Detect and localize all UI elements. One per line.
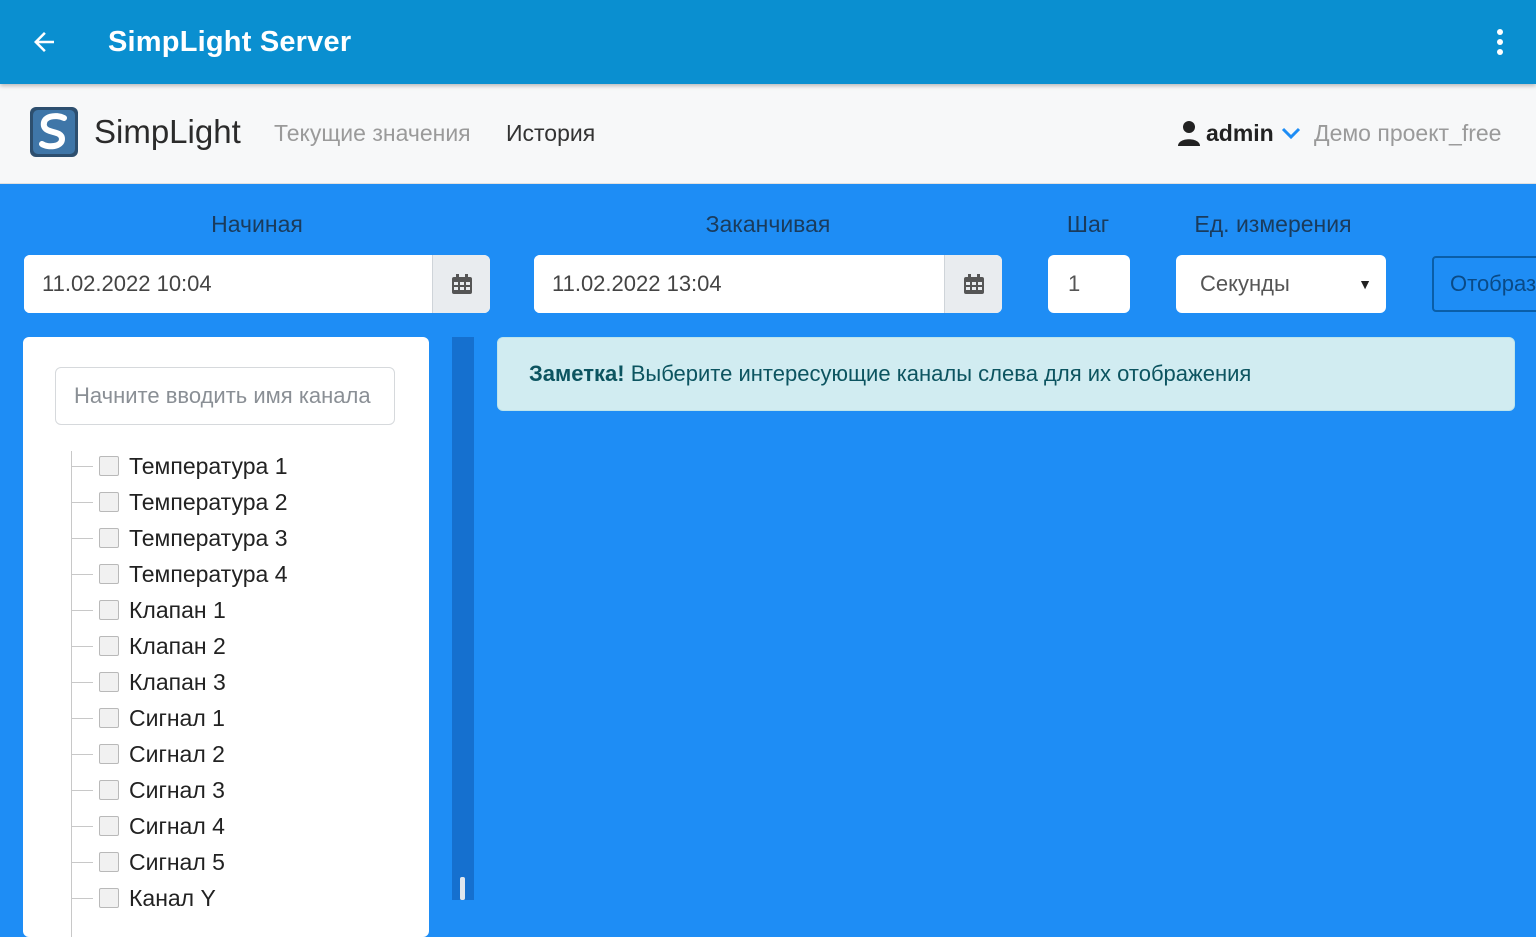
tree-item-checkbox[interactable]: [99, 564, 119, 584]
tree-branch-line: [71, 609, 93, 611]
tree-item-label: Температура 3: [129, 524, 288, 551]
tree-branch-line: [71, 753, 93, 755]
nav-current-values[interactable]: Текущие значения: [274, 118, 471, 148]
step-input[interactable]: [1048, 255, 1130, 313]
app-title: SimpLight Server: [108, 26, 352, 58]
tree-item[interactable]: Температура 2: [71, 486, 287, 518]
tree-branch-line: [71, 537, 93, 539]
tree-item[interactable]: Температура 4: [71, 558, 287, 590]
more-vert-icon: [1497, 29, 1503, 55]
tree-item[interactable]: Канал Y: [71, 882, 216, 914]
tree-item[interactable]: Клапан 2: [71, 630, 226, 662]
overflow-menu-button[interactable]: [1484, 24, 1516, 60]
nav-history[interactable]: История: [506, 118, 595, 148]
user-name: admin: [1206, 119, 1274, 146]
start-calendar-button[interactable]: [432, 255, 490, 313]
tree-item-label: Сигнал 2: [129, 740, 225, 767]
back-button[interactable]: [24, 22, 64, 62]
tree-item-checkbox[interactable]: [99, 600, 119, 620]
splitter-grip[interactable]: [460, 877, 465, 900]
tree-item[interactable]: Сигнал 2: [71, 738, 225, 770]
arrow-back-icon: [34, 32, 54, 52]
tree-item-label: Сигнал 5: [129, 848, 225, 875]
note-alert: Заметка! Выберите интересующие каналы сл…: [497, 337, 1515, 411]
start-date-group: [24, 255, 490, 313]
tree-item-label: Клапан 2: [129, 632, 226, 659]
tree-item-label: Клапан 3: [129, 668, 226, 695]
show-button[interactable]: Отобразить: [1432, 256, 1536, 312]
tree-item-checkbox[interactable]: [99, 672, 119, 692]
end-date-group: [534, 255, 1002, 313]
tree-branch-line: [71, 897, 93, 899]
tree-item-checkbox[interactable]: [99, 780, 119, 800]
tree-item-checkbox[interactable]: [99, 852, 119, 872]
tree-item-checkbox[interactable]: [99, 492, 119, 512]
unit-select-value: Секунды: [1200, 271, 1290, 296]
tree-item-label: Температура 4: [129, 560, 288, 587]
unit-select[interactable]: Секунды ▼: [1176, 255, 1386, 313]
note-text: Выберите интересующие каналы слева для и…: [624, 361, 1252, 386]
note-title: Заметка!: [529, 361, 625, 386]
tree-item[interactable]: Сигнал 4: [71, 810, 225, 842]
calendar-icon: [451, 274, 472, 294]
start-label: Начиная: [211, 211, 303, 237]
tree-item[interactable]: Клапан 1: [71, 594, 226, 626]
user-menu[interactable]: admin: [1178, 116, 1302, 150]
channel-tree-panel: Температура 1 Температура 2 Температура 3 Т…: [23, 337, 429, 937]
end-date-input[interactable]: [534, 255, 944, 313]
tree-item-checkbox[interactable]: [99, 888, 119, 908]
tree-branch-line: [71, 465, 93, 467]
tree-branch-line: [71, 681, 93, 683]
tree-item-label: Клапан 1: [129, 596, 226, 623]
tree-item[interactable]: Сигнал 3: [71, 774, 225, 806]
tree-branch-line: [71, 789, 93, 791]
tree-branch-line: [71, 573, 93, 575]
tree-branch-line: [71, 717, 93, 719]
tree-branch-line: [71, 645, 93, 647]
tree-item-checkbox[interactable]: [99, 708, 119, 728]
unit-label: Ед. измерения: [1194, 211, 1352, 237]
end-label: Заканчивая: [705, 211, 831, 237]
caret-down-icon: ▼: [1358, 276, 1372, 292]
tree-item-checkbox[interactable]: [99, 528, 119, 548]
navbar: SimpLight Текущие значения История admin…: [0, 84, 1536, 184]
tree-item[interactable]: Температура 3: [71, 522, 287, 554]
tree-item[interactable]: Сигнал 1: [71, 702, 225, 734]
user-icon: [1178, 121, 1200, 146]
tree-item[interactable]: Температура 1: [71, 450, 287, 482]
tree-item-label: Сигнал 4: [129, 812, 225, 839]
brand-name[interactable]: SimpLight: [94, 112, 241, 152]
end-calendar-button[interactable]: [944, 255, 1002, 313]
tree-item-label: Сигнал 1: [129, 704, 225, 731]
tree-branch-line: [71, 501, 93, 503]
calendar-icon: [963, 274, 984, 294]
channel-search-input[interactable]: [55, 367, 395, 425]
tree-item[interactable]: Клапан 3: [71, 666, 226, 698]
chevron-down-icon: [1281, 127, 1300, 140]
panel-splitter[interactable]: [452, 337, 474, 900]
simplight-logo-icon[interactable]: [26, 104, 82, 160]
tree-item-label: Сигнал 3: [129, 776, 225, 803]
tree-item-label: Канал Y: [129, 884, 216, 911]
tree-branch-line: [71, 861, 93, 863]
project-name[interactable]: Демо проект_free: [1314, 118, 1501, 148]
tree-item[interactable]: Сигнал 5: [71, 846, 225, 878]
step-label: Шаг: [1066, 211, 1110, 237]
tree-item-label: Температура 1: [129, 452, 288, 479]
tree-item-checkbox[interactable]: [99, 636, 119, 656]
tree-item-label: Температура 2: [129, 488, 288, 515]
tree-item-checkbox[interactable]: [99, 744, 119, 764]
start-date-input[interactable]: [24, 255, 432, 313]
tree-branch-line: [71, 825, 93, 827]
app-bar: SimpLight Server: [0, 0, 1536, 84]
tree-item-checkbox[interactable]: [99, 816, 119, 836]
tree-item-checkbox[interactable]: [99, 456, 119, 476]
